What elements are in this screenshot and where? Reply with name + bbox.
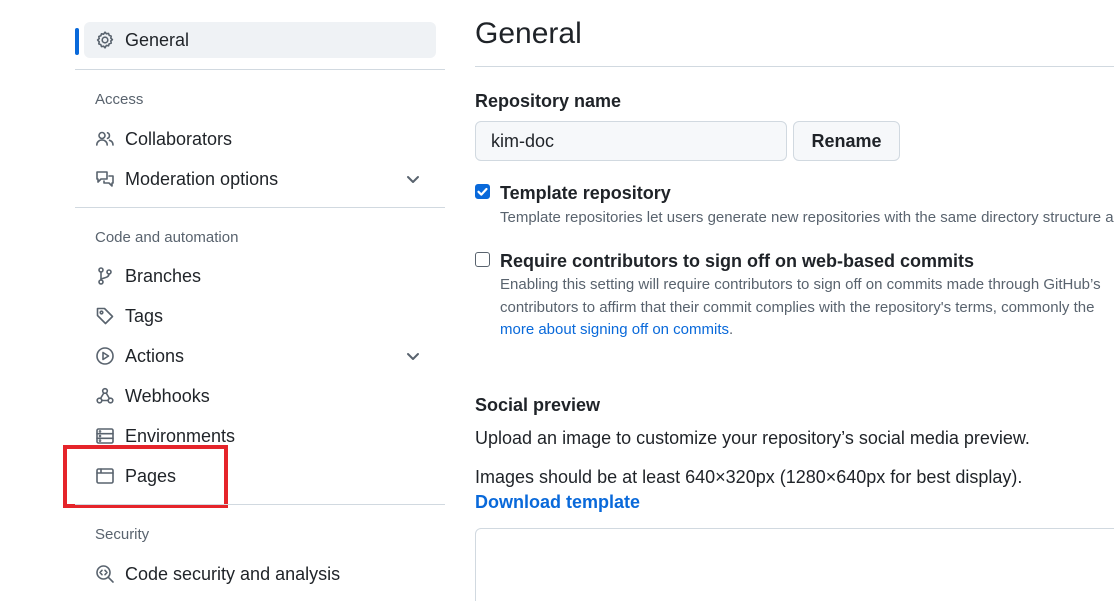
social-preview-size-text: Images should be at least 640×320px (128…: [475, 467, 1023, 487]
section-heading-security: Security: [95, 526, 150, 543]
sidebar-item-moderation[interactable]: Moderation options: [84, 161, 436, 197]
sign-off-description-line2: contributors to affirm that their commit…: [500, 299, 1095, 316]
server-icon: [95, 426, 115, 446]
sidebar-item-label: Code security and analysis: [125, 563, 341, 584]
page-title: General: [475, 17, 582, 50]
sign-off-learn-more: more about signing off on commits.: [500, 321, 733, 338]
webhook-icon: [95, 386, 115, 406]
sidebar-divider: [75, 504, 445, 505]
section-heading-access: Access: [95, 91, 144, 108]
sidebar-item-code-security[interactable]: Code security and analysis: [84, 556, 436, 592]
active-nav-marker: [75, 28, 79, 55]
social-preview-text: Upload an image to customize your reposi…: [475, 428, 1030, 448]
sidebar-item-label: Moderation options: [125, 168, 279, 189]
section-heading-code-automation: Code and automation: [95, 229, 239, 246]
gear-icon: [95, 30, 115, 50]
rename-button[interactable]: Rename: [793, 121, 900, 161]
play-icon: [95, 346, 115, 366]
sidebar-item-label: General: [125, 29, 190, 50]
sidebar-item-branches[interactable]: Branches: [84, 258, 436, 294]
checkmark-icon: [477, 187, 488, 196]
sidebar-item-collaborators[interactable]: Collaborators: [84, 121, 436, 157]
sentence-period: .: [729, 321, 734, 338]
sidebar-item-label: Collaborators: [125, 128, 233, 149]
template-repository-checkbox[interactable]: [475, 184, 490, 199]
git-branch-icon: [95, 266, 115, 286]
sidebar-item-label: Webhooks: [125, 385, 210, 406]
sidebar-item-general[interactable]: General: [84, 22, 436, 58]
people-icon: [95, 129, 115, 149]
code-search-icon: [95, 564, 115, 584]
chevron-down-icon[interactable]: [404, 347, 422, 365]
title-divider: [475, 66, 1114, 67]
sign-off-checkbox[interactable]: [475, 252, 490, 267]
sidebar-item-label: Environments: [125, 425, 236, 446]
social-preview-heading: Social preview: [475, 395, 601, 415]
sidebar-item-webhooks[interactable]: Webhooks: [84, 378, 436, 414]
sidebar-divider: [75, 207, 445, 208]
repository-name-input[interactable]: kim-doc: [475, 121, 787, 161]
sidebar-item-actions[interactable]: Actions: [84, 338, 436, 374]
sidebar-item-label: Tags: [125, 305, 164, 326]
sidebar-divider: [75, 69, 445, 70]
tag-icon: [95, 306, 115, 326]
repository-name-label: Repository name: [475, 91, 622, 111]
template-repository-description: Template repositories let users generate…: [500, 209, 1114, 226]
chevron-down-icon[interactable]: [404, 170, 422, 188]
sign-off-label: Require contributors to sign off on web-…: [500, 251, 975, 271]
sign-off-description-line1: Enabling this setting will require contr…: [500, 276, 1101, 293]
highlight-annotation-box: [63, 445, 228, 508]
sidebar-item-label: Actions: [125, 345, 185, 366]
sidebar-item-tags[interactable]: Tags: [84, 298, 436, 334]
template-repository-label: Template repository: [500, 183, 671, 203]
signing-off-link[interactable]: more about signing off on commits: [500, 321, 729, 338]
sidebar-item-label: Branches: [125, 265, 202, 286]
download-template-link[interactable]: Download template: [475, 492, 640, 513]
social-preview-image-box[interactable]: [475, 528, 1114, 601]
comment-discussion-icon: [95, 169, 115, 189]
